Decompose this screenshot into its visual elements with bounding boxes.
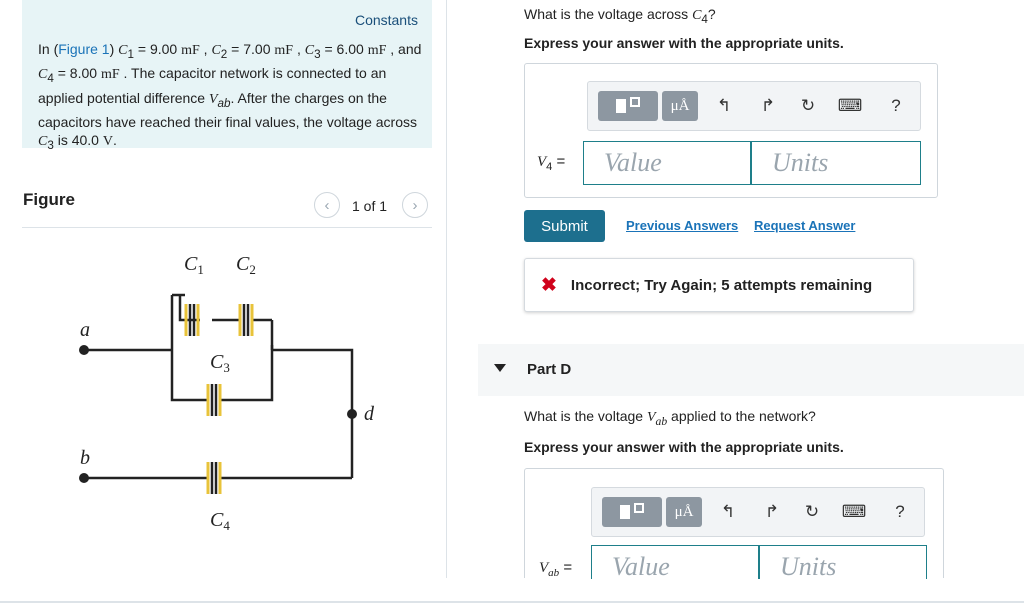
- partc-question: What is the voltage across C4?: [524, 6, 716, 26]
- label-c2: C2: [236, 253, 256, 277]
- figure-pager: 1 of 1: [352, 198, 388, 214]
- units-button[interactable]: μÅ: [662, 91, 698, 121]
- constants-link[interactable]: Constants: [355, 12, 418, 28]
- keyboard-icon[interactable]: ⌨: [842, 497, 867, 527]
- partd-field-label: Vab =: [539, 559, 573, 579]
- template-button[interactable]: [602, 497, 662, 527]
- reset-icon[interactable]: ↻: [800, 497, 824, 527]
- partc-value-input[interactable]: Value: [583, 141, 751, 185]
- keyboard-icon[interactable]: ⌨: [838, 91, 863, 121]
- partc-math-toolbar: μÅ ↰ ↱ ↻ ⌨ ?: [587, 81, 921, 131]
- figure-heading: Figure: [23, 190, 75, 209]
- label-d: d: [364, 403, 375, 425]
- figure-link[interactable]: Figure 1: [58, 41, 109, 57]
- label-a: a: [80, 319, 90, 341]
- partd-question: What is the voltage Vab applied to the n…: [524, 408, 816, 428]
- label-b: b: [80, 447, 90, 469]
- partc-instruction: Express your answer with the appropriate…: [524, 35, 844, 51]
- label-c4: C4: [210, 509, 230, 533]
- redo-icon[interactable]: ↱: [760, 497, 784, 527]
- figure-divider: [22, 227, 432, 228]
- help-button[interactable]: ?: [884, 91, 908, 121]
- partc-answer-box: μÅ ↰ ↱ ↻ ⌨ ? V4 = Value Units: [524, 63, 938, 198]
- terminal-b: [79, 473, 89, 483]
- panel-divider: [446, 0, 447, 578]
- previous-figure-button[interactable]: ‹: [314, 192, 340, 218]
- partd-value-input[interactable]: Value: [591, 545, 759, 581]
- partd-answer-box: μÅ ↰ ↱ ↻ ⌨ ? Vab = Value Units: [524, 468, 944, 581]
- previous-answers-link[interactable]: Previous Answers: [626, 218, 738, 233]
- collapse-triangle-icon[interactable]: [494, 364, 506, 372]
- terminal-d: [347, 409, 357, 419]
- reset-icon[interactable]: ↻: [796, 91, 820, 121]
- partc-field-label: V4 =: [537, 153, 566, 173]
- capacitor-circuit-diagram: C1 C2 C3 C4 a b d: [79, 253, 375, 533]
- request-answer-link[interactable]: Request Answer: [754, 218, 855, 233]
- template-icon: [616, 99, 626, 113]
- undo-icon[interactable]: ↰: [712, 91, 736, 121]
- label-c3: C3: [210, 351, 230, 375]
- chevron-left-icon: ‹: [324, 196, 330, 214]
- partc-units-input[interactable]: Units: [751, 141, 921, 185]
- terminal-a: [79, 345, 89, 355]
- units-button[interactable]: μÅ: [666, 497, 702, 527]
- feedback-banner: ✖ Incorrect; Try Again; 5 attempts remai…: [524, 258, 914, 312]
- partd-units-input[interactable]: Units: [759, 545, 927, 581]
- problem-statement: In (Figure 1) C1 = 9.00 mF , C2 = 7.00 m…: [38, 41, 422, 153]
- partd-math-toolbar: μÅ ↰ ↱ ↻ ⌨ ?: [591, 487, 925, 537]
- template-button[interactable]: [598, 91, 658, 121]
- next-figure-button[interactable]: ›: [402, 192, 428, 218]
- feedback-text: Incorrect; Try Again; 5 attempts remaini…: [570, 276, 873, 294]
- submit-button[interactable]: Submit: [524, 210, 605, 242]
- label-c1: C1: [184, 253, 204, 277]
- undo-icon[interactable]: ↰: [716, 497, 740, 527]
- chevron-right-icon: ›: [412, 196, 418, 214]
- redo-icon[interactable]: ↱: [756, 91, 780, 121]
- problem-intro-panel: Constants In (Figure 1) C1 = 9.00 mF , C…: [22, 0, 432, 152]
- partd-title: Part D: [527, 361, 572, 378]
- template-icon: [620, 505, 630, 519]
- help-button[interactable]: ?: [888, 497, 912, 527]
- bottom-border: [0, 601, 1024, 603]
- incorrect-x-icon: ✖: [541, 274, 557, 296]
- partd-instruction: Express your answer with the appropriate…: [524, 439, 844, 455]
